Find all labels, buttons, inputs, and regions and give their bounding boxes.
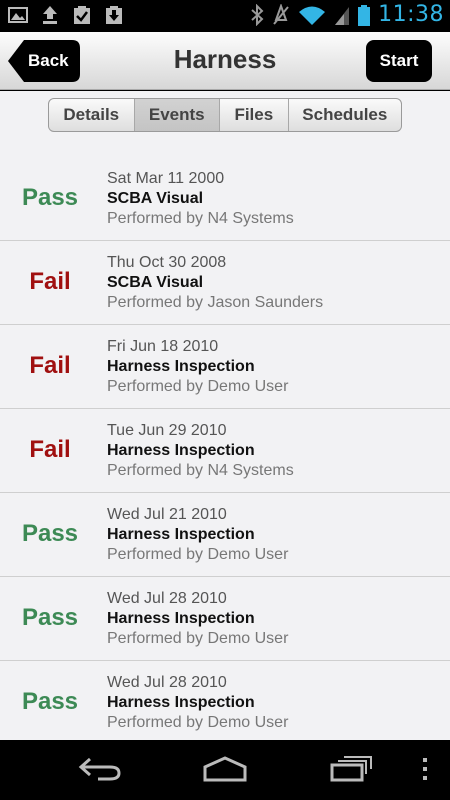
event-performed-by: Performed by Demo User [107,630,289,647]
event-row[interactable]: Pass Sat Mar 11 2000 SCBA Visual Perform… [0,157,450,241]
event-date: Fri Jun 18 2010 [107,338,219,355]
event-name: Harness Inspection [107,694,255,711]
event-row[interactable]: Pass Wed Jul 21 2010 Harness Inspection … [0,493,450,577]
app-header: Back Harness Start [0,32,450,90]
event-result: Pass [21,184,79,211]
content-area: Details Events Files Schedules Pass Sat … [0,91,450,740]
segmented-tabs: Details Events Files Schedules [48,98,402,132]
event-performed-by: Performed by N4 Systems [107,210,294,227]
download-icon [106,6,122,24]
image-icon [8,7,28,23]
start-button[interactable]: Start [366,40,432,82]
event-result: Fail [29,436,71,463]
event-name: SCBA Visual [107,190,204,207]
event-row[interactable]: Fail Tue Jun 29 2010 Harness Inspection … [0,409,450,493]
event-result: Pass [21,604,79,631]
event-row[interactable]: Pass Wed Jul 28 2010 Harness Inspection … [0,577,450,661]
event-date: Sat Mar 11 2000 [107,170,225,187]
event-performed-by: Performed by Jason Saunders [107,294,324,311]
event-date: Thu Oct 30 2008 [107,254,227,271]
clipboard-check-icon [74,6,90,24]
event-performed-by: Performed by N4 Systems [107,462,294,479]
event-row[interactable]: Fail Fri Jun 18 2010 Harness Inspection … [0,325,450,409]
event-result: Fail [29,352,71,379]
event-performed-by: Performed by Demo User [107,378,289,395]
event-name: Harness Inspection [107,526,255,543]
clock-time: 11:38 [378,2,444,27]
recent-apps-icon[interactable] [330,756,374,782]
mute-icon [273,3,289,25]
tab-events[interactable]: Events [134,99,221,131]
system-nav-bar [0,740,450,800]
bluetooth-icon [251,3,264,26]
tab-schedules[interactable]: Schedules [289,99,401,131]
event-name: Harness Inspection [107,610,255,627]
event-performed-by: Performed by Demo User [107,546,289,563]
wifi-icon [299,6,326,25]
tab-files[interactable]: Files [220,99,289,131]
event-date: Tue Jun 29 2010 [107,422,227,439]
menu-icon[interactable] [420,756,430,782]
event-date: Wed Jul 21 2010 [107,506,227,523]
events-list: Pass Sat Mar 11 2000 SCBA Visual Perform… [0,157,450,740]
signal-icon [335,6,350,25]
event-name: Harness Inspection [107,442,255,459]
event-date: Wed Jul 28 2010 [107,590,227,607]
back-icon[interactable] [78,756,122,782]
event-result: Fail [29,268,71,295]
event-date: Wed Jul 28 2010 [107,674,227,691]
event-result: Pass [21,520,79,547]
tab-details[interactable]: Details [49,99,135,131]
event-name: SCBA Visual [107,274,204,291]
event-row[interactable]: Fail Thu Oct 30 2008 SCBA Visual Perform… [0,241,450,325]
status-bar: 11:38 [0,0,450,32]
event-name: Harness Inspection [107,358,255,375]
event-result: Pass [21,688,79,715]
event-row[interactable]: Pass Wed Jul 28 2010 Harness Inspection … [0,661,450,740]
event-performed-by: Performed by Demo User [107,714,289,731]
battery-icon [358,4,371,26]
upload-icon [43,6,57,24]
home-icon[interactable] [202,756,248,782]
